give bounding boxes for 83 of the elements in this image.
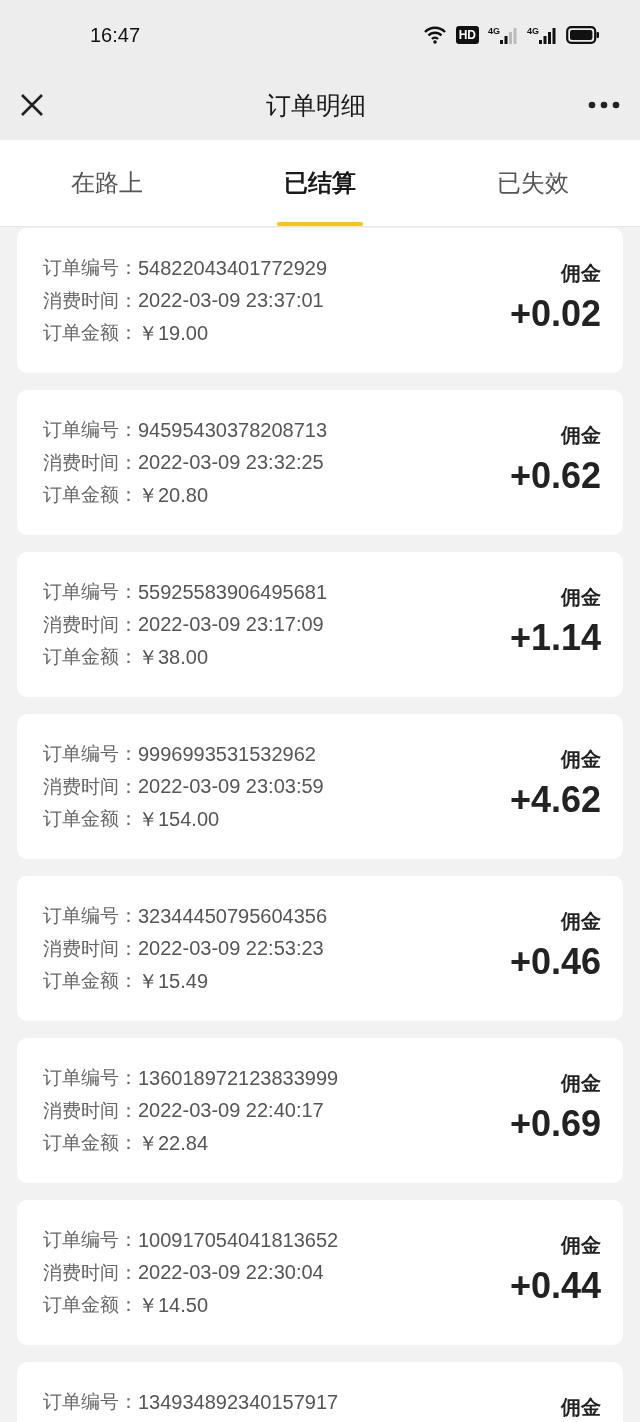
field-label: 订单编号： [43, 417, 138, 443]
field-value: 55925583906495681 [138, 580, 328, 604]
battery-icon [566, 26, 600, 44]
field-value: 2022-03-09 23:37:01 [138, 289, 324, 313]
status-time: 16:47 [90, 23, 141, 47]
commission-label: 佣金 [561, 908, 601, 935]
field-value: 2022-03-09 22:53:23 [138, 937, 324, 961]
field-value: 54822043401772929 [138, 256, 328, 280]
field-value: 2022-03-09 23:32:25 [138, 451, 324, 475]
commission-amount: +0.44 [509, 1265, 601, 1307]
commission-amount: +0.62 [509, 455, 601, 497]
wifi-icon [422, 26, 447, 44]
field-label: 订单编号： [43, 1065, 138, 1091]
more-icon [588, 101, 620, 109]
field-label: 订单金额： [43, 806, 138, 832]
field-value: 2022-03-09 23:03:59 [138, 775, 324, 799]
field-label: 订单金额： [43, 644, 138, 670]
field-value: 134934892340157917 [138, 1390, 339, 1414]
field-label: 订单编号： [43, 255, 138, 281]
field-value: ￥19.00 [138, 320, 209, 346]
commission-amount: +1.14 [509, 617, 601, 659]
tab[interactable]: 已失效 [426, 140, 640, 226]
field-label: 订单编号： [43, 1227, 138, 1253]
close-button[interactable] [20, 93, 44, 117]
field-label: 消费时间： [43, 1259, 138, 1285]
field-label: 订单编号： [43, 903, 138, 929]
field-value: ￥20.80 [138, 482, 209, 508]
field-value: 2022-03-09 22:30:04 [138, 1261, 324, 1285]
commission-label: 佣金 [561, 584, 601, 611]
commission-label: 佣金 [561, 746, 601, 773]
more-button[interactable] [588, 101, 620, 109]
field-label: 订单金额： [43, 320, 138, 346]
network-label: 4G [487, 26, 500, 36]
page-title: 订单明细 [266, 89, 366, 122]
field-label: 消费时间： [43, 1097, 138, 1123]
commission-label: 佣金 [561, 260, 601, 287]
commission-label: 佣金 [561, 1232, 601, 1259]
field-value: 9996993531532962 [138, 742, 316, 766]
order-card[interactable]: 订单编号：32344450795604356 消费时间：2022-03-09 22:53:23 订单金额：￥15.49 佣金 +0.46 [17, 876, 623, 1021]
network-label: 4G [527, 26, 539, 36]
commission-amount: +0.02 [509, 293, 601, 335]
commission-label: 佣金 [561, 1394, 601, 1421]
field-label: 订单金额： [43, 968, 138, 994]
order-card[interactable]: 订单编号：136018972123833999 消费时间：2022-03-09 22:40:17 订单金额：￥22.84 佣金 +0.69 [17, 1038, 623, 1183]
commission-label: 佣金 [561, 1070, 601, 1097]
field-value: ￥14.50 [138, 1292, 209, 1318]
order-card[interactable]: 订单编号：9996993531532962 消费时间：2022-03-09 23:03:59 订单金额：￥154.00 佣金 +4.62 [17, 714, 623, 859]
field-label: 订单编号： [43, 1389, 138, 1415]
field-value: 2022-03-09 22:40:17 [138, 1099, 324, 1123]
order-card[interactable]: 订单编号：54822043401772929 消费时间：2022-03-09 23:37:01 订单金额：￥19.00 佣金 +0.02 [17, 228, 623, 373]
field-label: 消费时间： [43, 449, 138, 475]
commission-amount: +0.69 [509, 1103, 601, 1145]
field-label: 消费时间： [43, 935, 138, 961]
field-value: ￥38.00 [138, 644, 209, 670]
tab[interactable]: 已结算 [213, 140, 427, 226]
field-label: 消费时间： [43, 287, 138, 313]
signal-icon [500, 26, 518, 44]
commission-label: 佣金 [561, 422, 601, 449]
field-label: 消费时间： [43, 611, 138, 637]
field-value: 32344450795604356 [138, 904, 328, 928]
field-label: 订单金额： [43, 1292, 138, 1318]
field-label: 订单金额： [43, 1130, 138, 1156]
field-value: ￥154.00 [138, 806, 220, 832]
field-value: 2022-03-09 23:17:09 [138, 613, 324, 637]
field-value: 100917054041813652 [138, 1228, 339, 1252]
commission-amount: +0.46 [509, 941, 601, 983]
hd-badge: HD [455, 26, 479, 44]
field-value: 94595430378208713 [138, 418, 328, 442]
order-card[interactable]: 订单编号：100917054041813652 消费时间：2022-03-09 22:30:04 订单金额：￥14.50 佣金 +0.44 [17, 1200, 623, 1345]
order-card[interactable]: 订单编号：55925583906495681 消费时间：2022-03-09 23:17:09 订单金额：￥38.00 佣金 +1.14 [17, 552, 623, 697]
field-value: ￥22.84 [138, 1130, 209, 1156]
field-value: ￥15.49 [138, 968, 209, 994]
commission-amount: +4.62 [509, 779, 601, 821]
close-icon [20, 93, 44, 117]
order-card[interactable]: 订单编号：94595430378208713 消费时间：2022-03-09 23:32:25 订单金额：￥20.80 佣金 +0.62 [17, 390, 623, 535]
field-label: 订单金额： [43, 482, 138, 508]
field-label: 订单编号： [43, 579, 138, 605]
field-label: 订单编号： [43, 741, 138, 767]
signal-icon [539, 26, 557, 44]
field-value: 136018972123833999 [138, 1066, 339, 1090]
field-label: 消费时间： [43, 773, 138, 799]
tab[interactable]: 在路上 [0, 140, 214, 226]
order-card[interactable]: 订单编号：134934892340157917 佣金 [17, 1362, 623, 1422]
